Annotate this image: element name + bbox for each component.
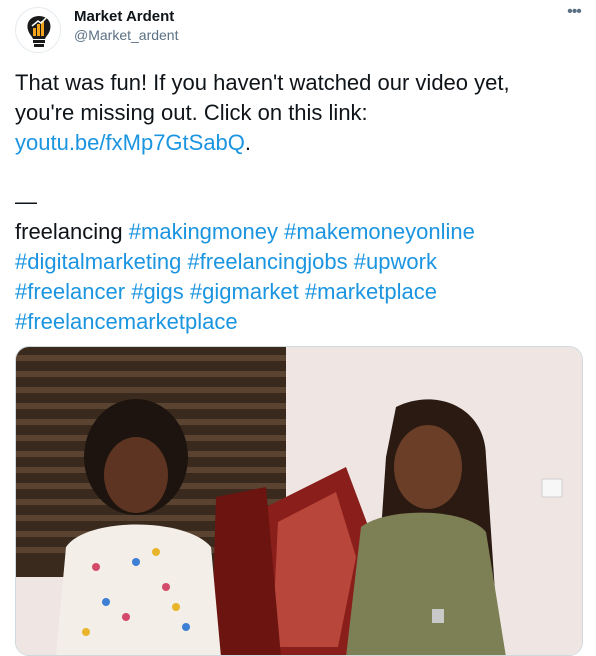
dash: — — [15, 189, 37, 214]
lightbulb-logo-icon[interactable] — [15, 7, 61, 53]
hashtag-link[interactable]: #makemoneyonline — [284, 219, 475, 244]
hashtag-link[interactable]: #freelancingjobs — [187, 249, 347, 274]
tweet-line: freelancing #makingmoney #makemoneyonlin… — [15, 217, 585, 247]
plain-word: freelancing — [15, 219, 123, 244]
tweet-line: — — [15, 187, 585, 217]
tweet-line: youtu.be/fxMp7GtSabQ. — [15, 128, 585, 158]
more-options-icon[interactable]: ••• — [562, 4, 586, 24]
tweet-line-text: That was fun! If you haven't watched our… — [15, 70, 510, 95]
author-handle[interactable]: @Market_ardent — [74, 27, 178, 43]
link-suffix: . — [244, 130, 252, 155]
tweet-line-text: you're missing out. Click on this link: — [15, 100, 368, 125]
hashtag-link[interactable]: #freelancer — [15, 279, 125, 304]
tweet-line: #digitalmarketing #freelancingjobs #upwo… — [15, 247, 585, 277]
tweet-line: #freelancemarketplace — [15, 307, 585, 337]
tweet-line: you're missing out. Click on this link: — [15, 98, 585, 128]
hashtag-link[interactable]: #gigs — [131, 279, 184, 304]
tweet-card: Market Ardent @Market_ardent ••• That wa… — [0, 0, 596, 656]
tweet-text: That was fun! If you haven't watched our… — [15, 68, 585, 337]
video-thumbnail[interactable] — [15, 346, 583, 656]
tweet-line: #freelancer #gigs #gigmarket #marketplac… — [15, 277, 585, 307]
hashtag-link[interactable]: #marketplace — [305, 279, 437, 304]
video-link[interactable]: youtu.be/fxMp7GtSabQ — [15, 130, 245, 155]
hashtag-link[interactable]: #freelancemarketplace — [15, 309, 238, 334]
hashtag-link[interactable]: #digitalmarketing — [15, 249, 181, 274]
hashtag-link[interactable]: #upwork — [354, 249, 437, 274]
hashtag-link[interactable]: #makingmoney — [129, 219, 278, 244]
author-name[interactable]: Market Ardent — [74, 8, 174, 25]
hashtag-link[interactable]: #gigmarket — [190, 279, 299, 304]
tweet-line: That was fun! If you haven't watched our… — [15, 68, 585, 98]
